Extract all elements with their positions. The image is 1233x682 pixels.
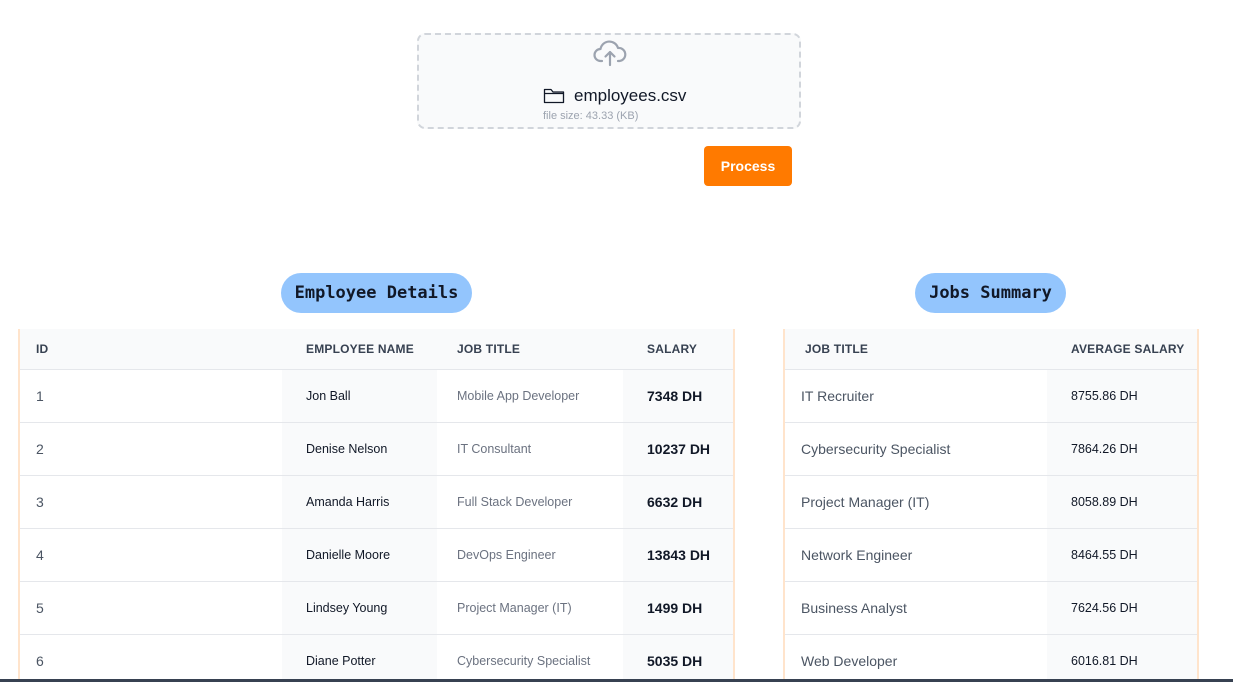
employee-salary: 1499 DH: [623, 580, 733, 634]
column-header-average-salary[interactable]: AVERAGE SALARY: [1047, 329, 1197, 369]
average-salary: 7864.26 DH: [1047, 421, 1197, 475]
employee-table: ID EMPLOYEE NAME JOB TITLE SALARY 1 Jon …: [20, 329, 733, 682]
employee-job-title: Mobile App Developer: [437, 368, 623, 422]
average-salary: 8058.89 DH: [1047, 474, 1197, 528]
table-row: 3 Amanda Harris Full Stack Developer 663…: [20, 474, 733, 528]
jobs-summary-table: JOB TITLE AVERAGE SALARY IT Recruiter 87…: [785, 329, 1197, 682]
average-salary: 7624.56 DH: [1047, 580, 1197, 634]
employee-id: 3: [20, 474, 282, 528]
employee-name: Lindsey Young: [282, 580, 437, 634]
employee-name: Jon Ball: [282, 368, 437, 422]
selected-file: employees.csv: [543, 86, 686, 106]
employee-job-title: DevOps Engineer: [437, 527, 623, 581]
column-header-job-title[interactable]: JOB TITLE: [437, 329, 623, 369]
table-row: 4 Danielle Moore DevOps Engineer 13843 D…: [20, 527, 733, 581]
employee-id: 6: [20, 633, 282, 682]
column-header-id[interactable]: ID: [20, 329, 282, 369]
average-salary: 8464.55 DH: [1047, 527, 1197, 581]
job-title: IT Recruiter: [785, 368, 1047, 422]
employee-job-title: Cybersecurity Specialist: [437, 633, 623, 682]
job-title: Network Engineer: [785, 527, 1047, 581]
employee-job-title: Project Manager (IT): [437, 580, 623, 634]
job-title: Business Analyst: [785, 580, 1047, 634]
employee-salary: 7348 DH: [623, 368, 733, 422]
employee-job-title: Full Stack Developer: [437, 474, 623, 528]
table-row: Project Manager (IT) 8058.89 DH: [785, 474, 1197, 528]
average-salary: 6016.81 DH: [1047, 633, 1197, 682]
table-row: 1 Jon Ball Mobile App Developer 7348 DH: [20, 368, 733, 422]
file-name: employees.csv: [574, 86, 687, 105]
employee-id: 2: [20, 421, 282, 475]
job-title: Cybersecurity Specialist: [785, 421, 1047, 475]
table-row: 5 Lindsey Young Project Manager (IT) 149…: [20, 580, 733, 634]
column-header-salary[interactable]: SALARY: [623, 329, 733, 369]
employee-name: Denise Nelson: [282, 421, 437, 475]
average-salary: 8755.86 DH: [1047, 368, 1197, 422]
employee-name: Danielle Moore: [282, 527, 437, 581]
table-row: 2 Denise Nelson IT Consultant 10237 DH: [20, 421, 733, 475]
job-title: Web Developer: [785, 633, 1047, 682]
employee-salary: 10237 DH: [623, 421, 733, 475]
employee-name: Diane Potter: [282, 633, 437, 682]
table-row: Network Engineer 8464.55 DH: [785, 527, 1197, 581]
employee-id: 1: [20, 368, 282, 422]
column-header-employee-name[interactable]: EMPLOYEE NAME: [282, 329, 437, 369]
table-row: 6 Diane Potter Cybersecurity Specialist …: [20, 633, 733, 682]
employee-job-title: IT Consultant: [437, 421, 623, 475]
cloud-upload-icon: [593, 40, 627, 67]
folder-icon: [543, 88, 565, 104]
file-size: file size: 43.33 (KB): [543, 110, 639, 122]
employee-salary: 6632 DH: [623, 474, 733, 528]
employee-details-heading: Employee Details: [281, 273, 472, 313]
employee-salary: 5035 DH: [623, 633, 733, 682]
employee-id: 5: [20, 580, 282, 634]
jobs-summary-heading: Jobs Summary: [915, 273, 1066, 313]
job-title: Project Manager (IT): [785, 474, 1047, 528]
table-row: Cybersecurity Specialist 7864.26 DH: [785, 421, 1197, 475]
file-dropzone[interactable]: employees.csv file size: 43.33 (KB): [417, 33, 801, 129]
employee-salary: 13843 DH: [623, 527, 733, 581]
column-header-job-title[interactable]: JOB TITLE: [785, 329, 1047, 369]
table-row: Business Analyst 7624.56 DH: [785, 580, 1197, 634]
jobs-table-header: JOB TITLE AVERAGE SALARY: [785, 329, 1197, 369]
table-row: Web Developer 6016.81 DH: [785, 633, 1197, 682]
employee-table-header: ID EMPLOYEE NAME JOB TITLE SALARY: [20, 329, 733, 369]
employee-name: Amanda Harris: [282, 474, 437, 528]
process-button[interactable]: Process: [704, 146, 792, 186]
table-row: IT Recruiter 8755.86 DH: [785, 368, 1197, 422]
employee-id: 4: [20, 527, 282, 581]
